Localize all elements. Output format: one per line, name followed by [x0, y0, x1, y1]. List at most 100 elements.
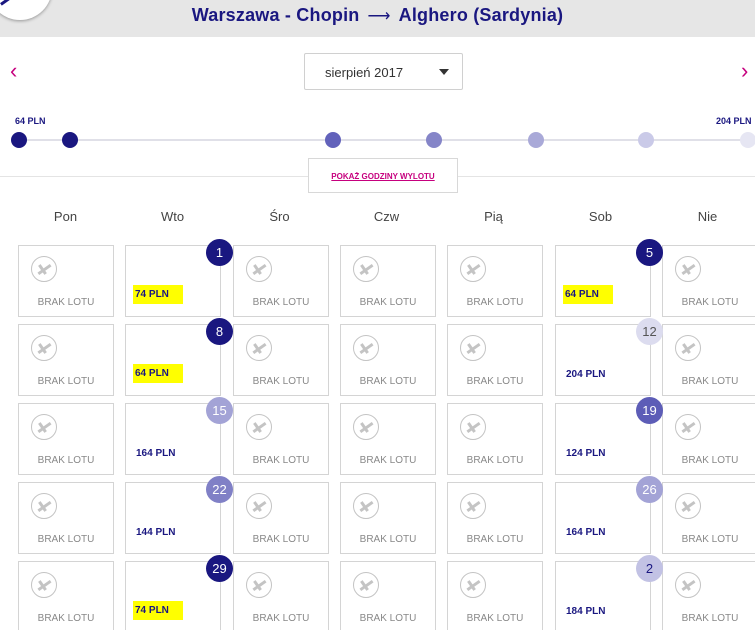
calendar-day-empty: BRAK LOTU	[340, 324, 436, 396]
no-flight-label: BRAK LOTU	[359, 455, 417, 466]
plane-icon	[460, 572, 486, 598]
calendar-day-empty: BRAK LOTU	[447, 482, 543, 554]
price-slider-dot[interactable]	[325, 132, 341, 148]
top-bar: Warszawa - Chopin ⟶ Alghero (Sardynia)	[0, 0, 755, 37]
no-flight-label: BRAK LOTU	[37, 297, 95, 308]
day-number-badge: 22	[206, 476, 233, 503]
calendar-day-empty: BRAK LOTU	[233, 403, 329, 475]
plane-icon	[675, 335, 701, 361]
origin-airport: Warszawa - Chopin	[191, 5, 360, 25]
no-flight-label: BRAK LOTU	[252, 376, 310, 387]
plane-icon	[31, 572, 57, 598]
plane-icon	[460, 335, 486, 361]
price-max-label: 204 PLN	[716, 116, 752, 126]
plane-icon	[460, 256, 486, 282]
flight-price: 124 PLN	[566, 448, 606, 459]
plane-icon	[353, 335, 379, 361]
plane-icon	[31, 414, 57, 440]
weekday-header: Sob	[588, 209, 613, 224]
calendar-day-empty: BRAK LOTU	[18, 482, 114, 554]
calendar-day-empty: BRAK LOTU	[233, 561, 329, 630]
plane-icon	[246, 572, 272, 598]
calendar-day-empty: BRAK LOTU	[233, 482, 329, 554]
calendar-day-empty: BRAK LOTU	[447, 403, 543, 475]
flight-price: 64 PLN	[133, 364, 183, 383]
flight-price: 74 PLN	[133, 285, 183, 304]
no-flight-label: BRAK LOTU	[359, 613, 417, 624]
month-select[interactable]: sierpień 2017	[304, 53, 463, 90]
plane-icon	[675, 572, 701, 598]
day-number-badge: 19	[636, 397, 663, 424]
route-arrow-icon: ⟶	[367, 8, 391, 25]
flight-price: 184 PLN	[566, 606, 606, 617]
price-slider-dot[interactable]	[11, 132, 27, 148]
no-flight-label: BRAK LOTU	[466, 613, 524, 624]
plane-icon	[353, 493, 379, 519]
plane-icon	[246, 335, 272, 361]
next-month-button[interactable]: ›	[741, 60, 748, 82]
day-number-badge: 2	[636, 555, 663, 582]
day-number-badge: 1	[206, 239, 233, 266]
flight-price: 74 PLN	[133, 601, 183, 620]
month-select-value: sierpień 2017	[325, 65, 404, 80]
calendar-day-empty: BRAK LOTU	[340, 561, 436, 630]
chevron-down-icon	[439, 69, 449, 75]
calendar-day-empty: BRAK LOTU	[18, 324, 114, 396]
no-flight-label: BRAK LOTU	[37, 534, 95, 545]
no-flight-label: BRAK LOTU	[681, 455, 739, 466]
calendar-day-empty: BRAK LOTU	[662, 324, 755, 396]
weekday-header: Wto	[160, 209, 185, 224]
day-number-badge: 15	[206, 397, 233, 424]
no-flight-label: BRAK LOTU	[681, 376, 739, 387]
no-flight-label: BRAK LOTU	[359, 534, 417, 545]
day-number-badge: 12	[636, 318, 663, 345]
no-flight-label: BRAK LOTU	[359, 376, 417, 387]
calendar-day-empty: BRAK LOTU	[233, 245, 329, 317]
calendar-day-empty: BRAK LOTU	[340, 403, 436, 475]
no-flight-label: BRAK LOTU	[681, 613, 739, 624]
plane-icon	[353, 414, 379, 440]
calendar-day-empty: BRAK LOTU	[662, 482, 755, 554]
no-flight-label: BRAK LOTU	[359, 297, 417, 308]
previous-month-button[interactable]: ‹	[10, 60, 17, 82]
price-slider-dot[interactable]	[638, 132, 654, 148]
calendar-day-empty: BRAK LOTU	[662, 561, 755, 630]
day-number-badge: 5	[636, 239, 663, 266]
no-flight-label: BRAK LOTU	[466, 297, 524, 308]
calendar-day-empty: BRAK LOTU	[340, 482, 436, 554]
price-min-label: 64 PLN	[15, 116, 46, 126]
price-slider-dot[interactable]	[62, 132, 78, 148]
no-flight-label: BRAK LOTU	[466, 455, 524, 466]
weekday-header: Pią	[484, 209, 503, 224]
day-number-badge: 29	[206, 555, 233, 582]
calendar-day-empty: BRAK LOTU	[340, 245, 436, 317]
day-number-badge: 8	[206, 318, 233, 345]
plane-icon	[246, 256, 272, 282]
price-slider-dot[interactable]	[528, 132, 544, 148]
plane-icon	[460, 493, 486, 519]
plane-icon	[353, 572, 379, 598]
plane-icon	[31, 335, 57, 361]
plane-icon	[31, 493, 57, 519]
plane-icon	[460, 414, 486, 440]
no-flight-label: BRAK LOTU	[252, 613, 310, 624]
calendar-day-empty: BRAK LOTU	[233, 324, 329, 396]
price-slider-dot[interactable]	[426, 132, 442, 148]
calendar-day-empty: BRAK LOTU	[447, 561, 543, 630]
no-flight-label: BRAK LOTU	[37, 376, 95, 387]
no-flight-label: BRAK LOTU	[681, 534, 739, 545]
plane-icon	[31, 256, 57, 282]
no-flight-label: BRAK LOTU	[37, 613, 95, 624]
calendar-day-empty: BRAK LOTU	[18, 403, 114, 475]
flight-price: 204 PLN	[566, 369, 606, 380]
show-departure-times-button[interactable]: POKAŻ GODZINY WYLOTU	[308, 158, 458, 193]
price-slider-dot[interactable]	[740, 132, 755, 148]
destination-airport: Alghero (Sardynia)	[398, 5, 564, 25]
no-flight-label: BRAK LOTU	[37, 455, 95, 466]
calendar-day-empty: BRAK LOTU	[18, 561, 114, 630]
plane-icon	[675, 414, 701, 440]
flight-price: 164 PLN	[136, 448, 176, 459]
day-number-badge: 26	[636, 476, 663, 503]
route-title: Warszawa - Chopin ⟶ Alghero (Sardynia)	[0, 5, 755, 26]
flight-price: 164 PLN	[566, 527, 606, 538]
